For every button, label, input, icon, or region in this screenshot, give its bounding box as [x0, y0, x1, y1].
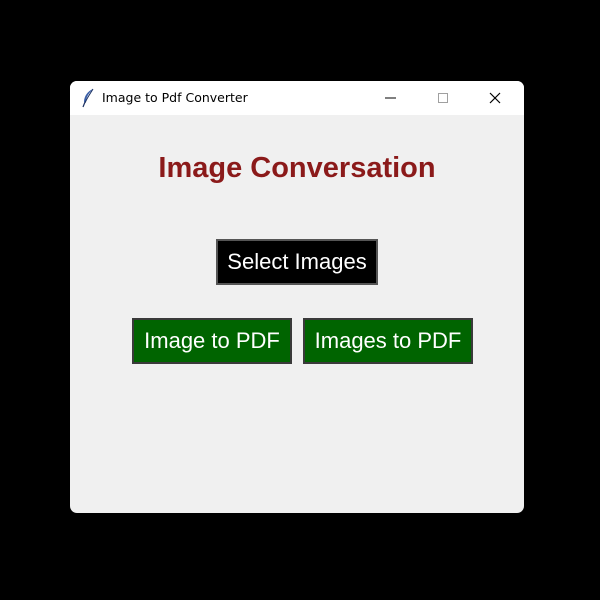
app-window: Image to Pdf Converter Image Conversatio… [70, 81, 524, 513]
select-images-button[interactable]: Select Images [216, 239, 378, 285]
page-title: Image Conversation [158, 152, 436, 184]
window-title: Image to Pdf Converter [102, 90, 248, 105]
close-button[interactable] [472, 81, 518, 115]
close-icon [489, 92, 501, 104]
minimize-button[interactable] [368, 81, 414, 115]
minimize-icon [385, 97, 396, 99]
title-bar[interactable]: Image to Pdf Converter [70, 81, 524, 115]
image-to-pdf-button[interactable]: Image to PDF [132, 318, 292, 364]
maximize-icon [438, 93, 448, 103]
feather-icon [80, 88, 96, 108]
images-to-pdf-button[interactable]: Images to PDF [303, 318, 473, 364]
maximize-button[interactable] [420, 81, 466, 115]
